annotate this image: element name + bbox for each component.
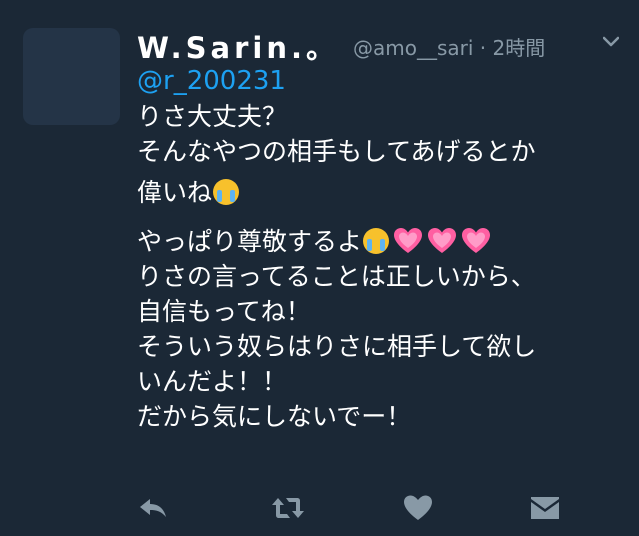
heart-emoji-icon <box>394 228 423 253</box>
handle-time[interactable]: @amo__sari · 2時間 <box>353 32 545 61</box>
tweet-line: 自信もってね！ <box>137 297 311 326</box>
crying-face-emoji-icon <box>363 228 390 254</box>
retweet-icon[interactable] <box>270 494 306 522</box>
tweet-line-text: 偉いね <box>137 178 213 207</box>
mention-link[interactable]: @r_200231 <box>137 64 627 99</box>
tweet-line: そういう奴らはりさに相手して欲し <box>137 332 537 361</box>
reply-icon[interactable] <box>137 494 169 522</box>
tweet-line: りさ大丈夫？ <box>137 102 288 131</box>
crying-face-emoji-icon <box>213 179 240 205</box>
chevron-down-icon[interactable] <box>603 35 619 49</box>
tweet-line: りさの言ってることは正しいから、 <box>137 262 536 291</box>
tweet-line-with-emoji: やっぱり尊敬するよ <box>137 224 627 259</box>
like-icon[interactable] <box>402 494 434 522</box>
heart-emoji-icon <box>462 228 491 253</box>
tweet-line: そんなやつの相手もしてあげるとか <box>137 137 536 166</box>
tweet-line-text: やっぱり尊敬するよ <box>137 227 363 256</box>
message-icon[interactable] <box>529 494 561 522</box>
avatar[interactable] <box>23 28 120 125</box>
tweet-line: いんだよ！！ <box>137 367 288 396</box>
tweet-header: W.Sarin.。 @amo__sari · 2時間 <box>137 25 625 65</box>
heart-emoji-icon <box>428 228 457 253</box>
tweet-card: W.Sarin.。 @amo__sari · 2時間 @r_200231 りさ大… <box>0 0 639 536</box>
tweet-line: だから気にしないでー！ <box>137 402 412 431</box>
display-name[interactable]: W.Sarin.。 <box>137 25 339 67</box>
tweet-actions <box>137 494 567 524</box>
tweet-line-with-emoji: 偉いね <box>137 175 627 210</box>
tweet-text: @r_200231 りさ大丈夫？ そんなやつの相手もしてあげるとか 偉いね やっ… <box>137 64 627 434</box>
